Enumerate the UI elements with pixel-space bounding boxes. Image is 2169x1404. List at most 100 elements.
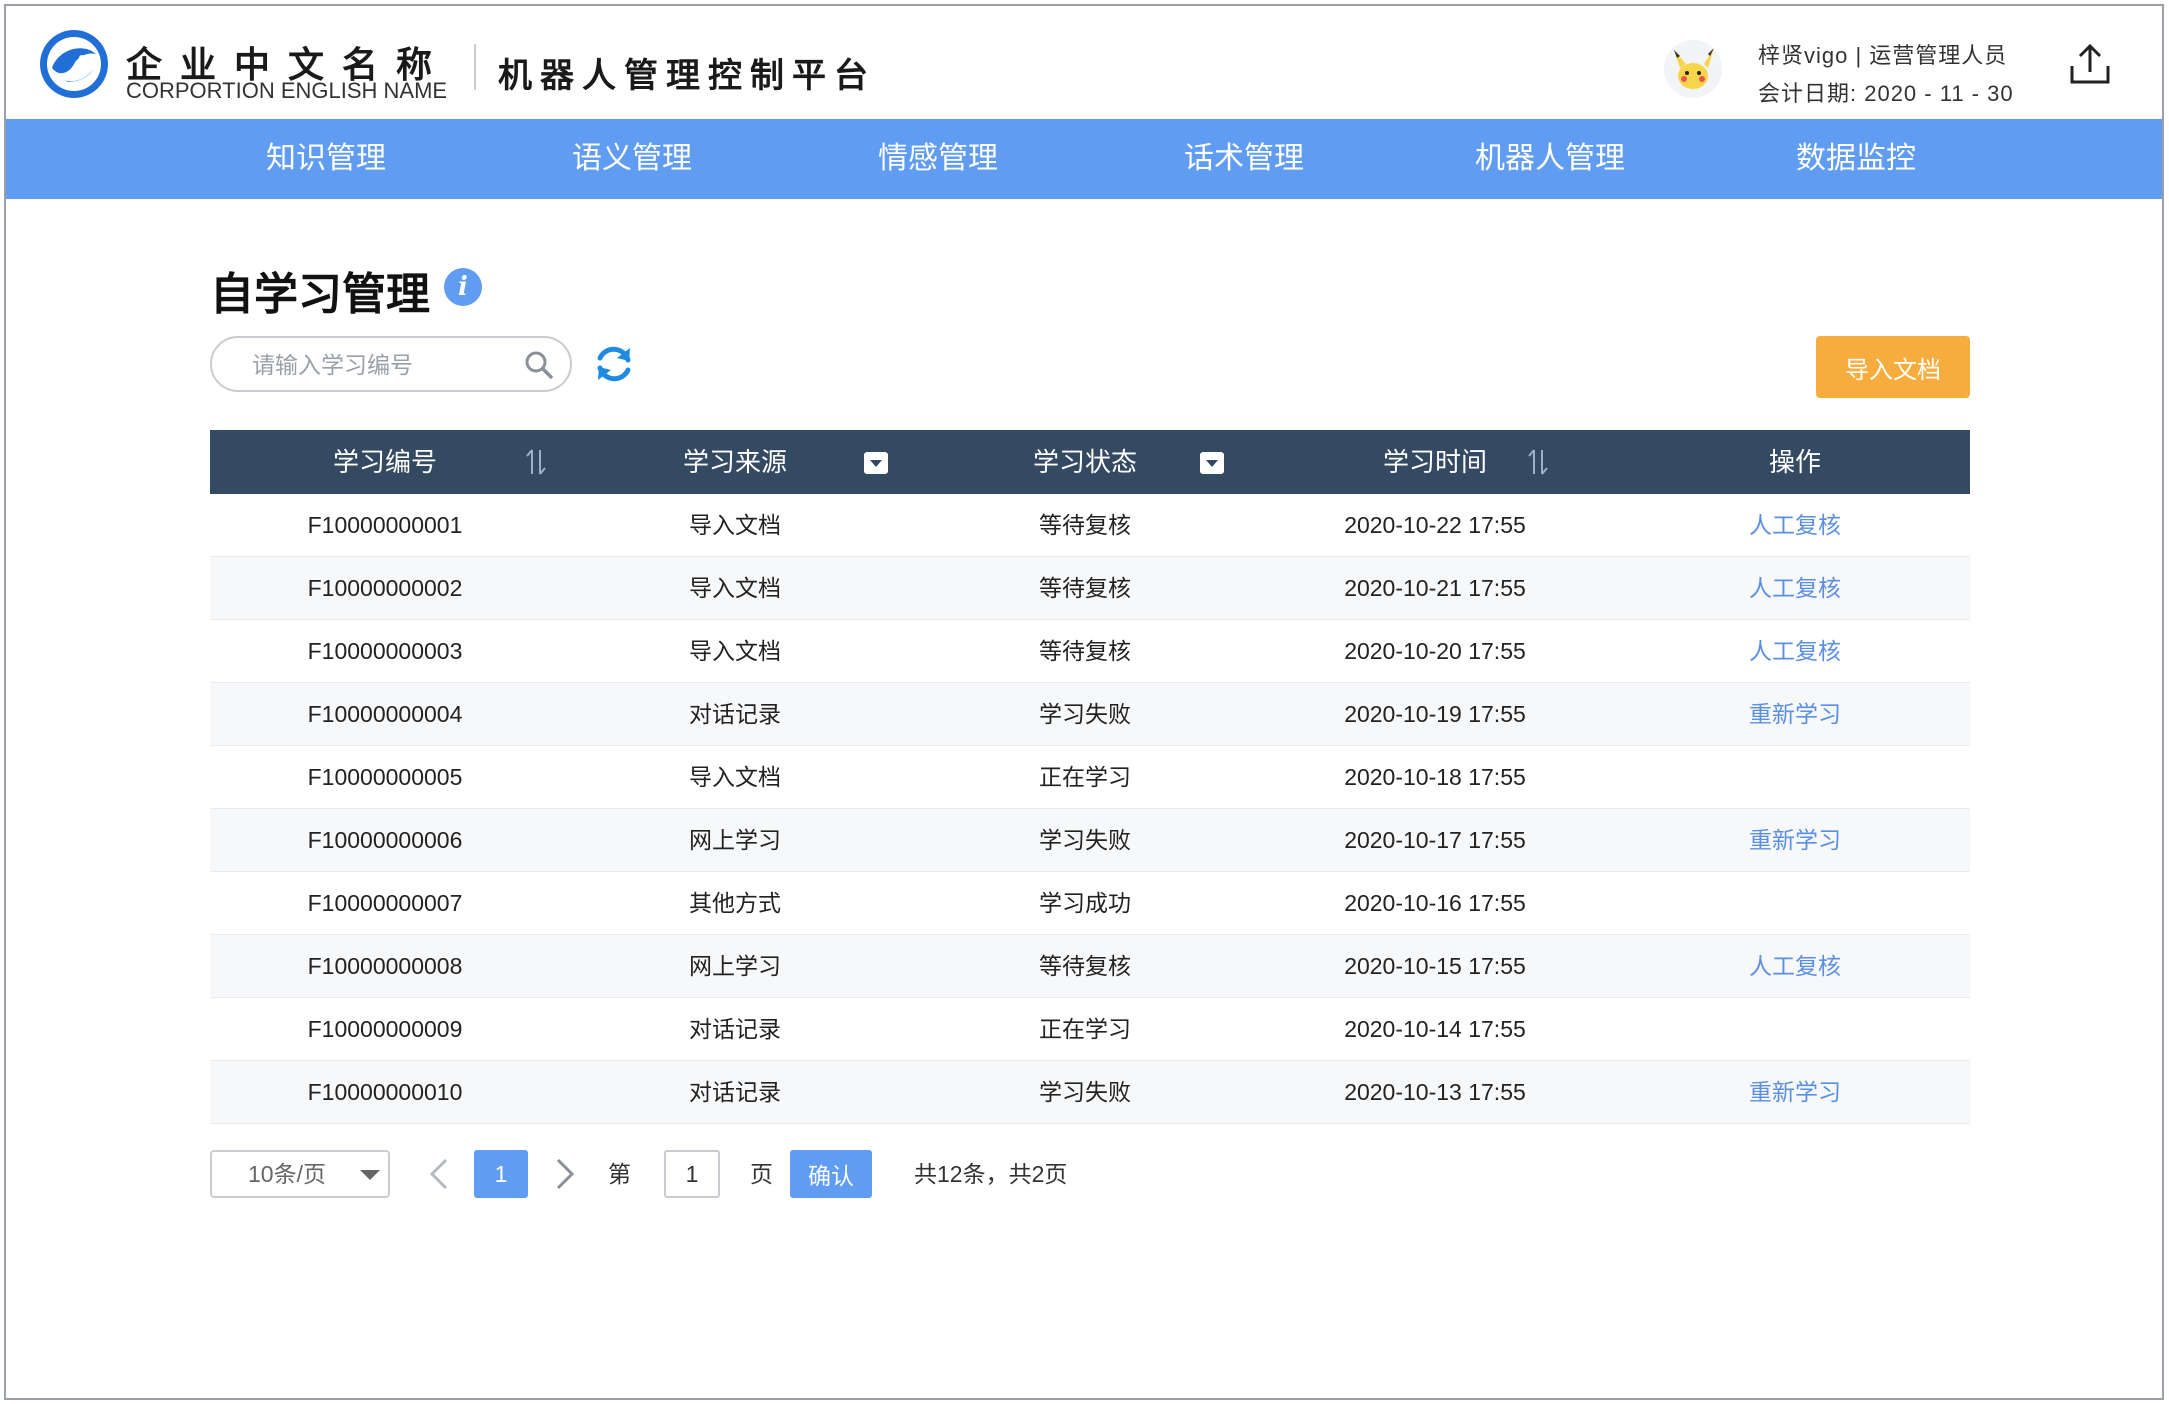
cell-action <box>1670 998 1920 1061</box>
column-header-status[interactable]: 学习状态 <box>960 430 1210 494</box>
export-upload-icon[interactable] <box>2066 40 2114 88</box>
table-row: F10000000008 网上学习 等待复核 2020-10-15 17:55 … <box>210 935 1970 998</box>
nav-item-semantics[interactable]: 语义管理 <box>522 119 742 199</box>
import-document-button[interactable]: 导入文档 <box>1816 336 1970 398</box>
table-row: F10000000006 网上学习 学习失败 2020-10-17 17:55 … <box>210 809 1970 872</box>
accounting-date: 会计日期: 2020 - 11 - 30 <box>1758 81 2014 106</box>
sort-icon[interactable] <box>1526 448 1550 476</box>
cell-source: 对话记录 <box>689 701 781 727</box>
cell-source: 导入文档 <box>689 638 781 664</box>
page-size-select[interactable]: 10条/页 <box>210 1150 390 1198</box>
cell-time: 2020-10-22 17:55 <box>1344 512 1526 538</box>
cell-source: 其他方式 <box>689 890 781 916</box>
manual-review-link[interactable]: 人工复核 <box>1670 620 1920 683</box>
header-divider <box>474 44 476 90</box>
table-row: F10000000004 对话记录 学习失败 2020-10-19 17:55 … <box>210 683 1970 746</box>
refresh-icon[interactable] <box>590 340 638 388</box>
cell-status: 学习失败 <box>1039 827 1131 853</box>
learning-table: 学习编号 学习来源 学习状态 学习时间 操作 F10000000001 导入文档… <box>210 430 1970 1124</box>
cell-time: 2020-10-19 17:55 <box>1344 701 1526 727</box>
cell-source: 导入文档 <box>689 764 781 790</box>
cell-id: F10000000009 <box>307 1016 463 1042</box>
cell-source: 对话记录 <box>689 1079 781 1105</box>
search-box <box>210 336 572 392</box>
cell-source: 导入文档 <box>689 512 781 538</box>
cell-action <box>1670 746 1920 809</box>
cell-time: 2020-10-16 17:55 <box>1344 890 1526 916</box>
cell-time: 2020-10-17 17:55 <box>1344 827 1526 853</box>
table-row: F10000000002 导入文档 等待复核 2020-10-21 17:55 … <box>210 557 1970 620</box>
avatar[interactable] <box>1664 40 1722 98</box>
cell-status: 等待复核 <box>1039 953 1131 979</box>
filter-dropdown-icon[interactable] <box>1200 452 1224 474</box>
cell-status: 学习成功 <box>1039 890 1131 916</box>
cell-status: 正在学习 <box>1039 764 1131 790</box>
column-header-source[interactable]: 学习来源 <box>610 430 860 494</box>
cell-status: 学习失败 <box>1039 701 1131 727</box>
cell-id: F10000000008 <box>307 953 463 979</box>
nav-item-scripts[interactable]: 话术管理 <box>1134 119 1354 199</box>
cell-time: 2020-10-13 17:55 <box>1344 1079 1526 1105</box>
table-row: F10000000005 导入文档 正在学习 2020-10-18 17:55 <box>210 746 1970 809</box>
confirm-button[interactable]: 确认 <box>790 1150 872 1198</box>
cell-id: F10000000005 <box>307 764 463 790</box>
cell-status: 正在学习 <box>1039 1016 1131 1042</box>
cell-time: 2020-10-14 17:55 <box>1344 1016 1526 1042</box>
cell-time: 2020-10-21 17:55 <box>1344 575 1526 601</box>
cell-id: F10000000001 <box>307 512 463 538</box>
cell-id: F10000000002 <box>307 575 463 601</box>
manual-review-link[interactable]: 人工复核 <box>1670 935 1920 998</box>
column-header-actions: 操作 <box>1768 447 1821 477</box>
total-count: 共12条，共2页 <box>914 1161 1068 1187</box>
goto-page-input[interactable] <box>664 1150 720 1198</box>
relearn-link[interactable]: 重新学习 <box>1670 1061 1920 1124</box>
info-icon[interactable]: i <box>444 268 482 306</box>
table-row: F10000000003 导入文档 等待复核 2020-10-20 17:55 … <box>210 620 1970 683</box>
nav-item-monitoring[interactable]: 数据监控 <box>1746 119 1966 199</box>
column-header-time[interactable]: 学习时间 <box>1310 430 1560 494</box>
top-header: 企业中文名称 CORPORTION ENGLISH NAME 机器人管理控制平台… <box>6 6 2162 119</box>
cell-time: 2020-10-15 17:55 <box>1344 953 1526 979</box>
cell-id: F10000000007 <box>307 890 463 916</box>
nav-item-emotion[interactable]: 情感管理 <box>828 119 1048 199</box>
cell-status: 学习失败 <box>1039 1079 1131 1105</box>
table-row: F10000000010 对话记录 学习失败 2020-10-13 17:55 … <box>210 1061 1970 1124</box>
cell-time: 2020-10-18 17:55 <box>1344 764 1526 790</box>
search-input[interactable] <box>252 346 512 384</box>
caret-down-icon <box>360 1170 380 1180</box>
avatar-mascot-icon <box>1674 48 1714 89</box>
cell-status: 等待复核 <box>1039 512 1131 538</box>
cell-action <box>1670 872 1920 935</box>
cell-id: F10000000004 <box>307 701 463 727</box>
sort-icon[interactable] <box>524 448 548 476</box>
main-nav: 知识管理 语义管理 情感管理 话术管理 机器人管理 数据监控 <box>6 119 2162 199</box>
relearn-link[interactable]: 重新学习 <box>1670 809 1920 872</box>
user-info: 梓贤vigo | 运营管理人员 <box>1758 43 2008 68</box>
page-number-current[interactable]: 1 <box>474 1150 528 1198</box>
cell-time: 2020-10-20 17:55 <box>1344 638 1526 664</box>
cell-source: 网上学习 <box>689 827 781 853</box>
table-header: 学习编号 学习来源 学习状态 学习时间 操作 <box>210 430 1970 494</box>
nav-item-knowledge[interactable]: 知识管理 <box>216 119 436 199</box>
manual-review-link[interactable]: 人工复核 <box>1670 494 1920 557</box>
filter-dropdown-icon[interactable] <box>864 452 888 474</box>
cell-id: F10000000010 <box>307 1079 463 1105</box>
platform-title: 机器人管理控制平台 <box>498 57 876 95</box>
table-row: F10000000001 导入文档 等待复核 2020-10-22 17:55 … <box>210 494 1970 557</box>
goto-prefix: 第 <box>608 1161 631 1187</box>
table-row: F10000000009 对话记录 正在学习 2020-10-14 17:55 <box>210 998 1970 1061</box>
company-logo-icon <box>40 30 108 98</box>
brand-name-en: CORPORTION ENGLISH NAME <box>126 78 448 103</box>
page-title: 自学习管理 <box>210 270 430 319</box>
goto-suffix: 页 <box>750 1161 773 1187</box>
chevron-left-icon[interactable] <box>424 1156 454 1192</box>
manual-review-link[interactable]: 人工复核 <box>1670 557 1920 620</box>
nav-item-robots[interactable]: 机器人管理 <box>1440 119 1660 199</box>
column-header-id[interactable]: 学习编号 <box>260 430 510 494</box>
cell-source: 网上学习 <box>689 953 781 979</box>
cell-source: 导入文档 <box>689 575 781 601</box>
search-icon[interactable] <box>524 350 554 380</box>
chevron-right-icon[interactable] <box>550 1156 580 1192</box>
relearn-link[interactable]: 重新学习 <box>1670 683 1920 746</box>
cell-status: 等待复核 <box>1039 638 1131 664</box>
